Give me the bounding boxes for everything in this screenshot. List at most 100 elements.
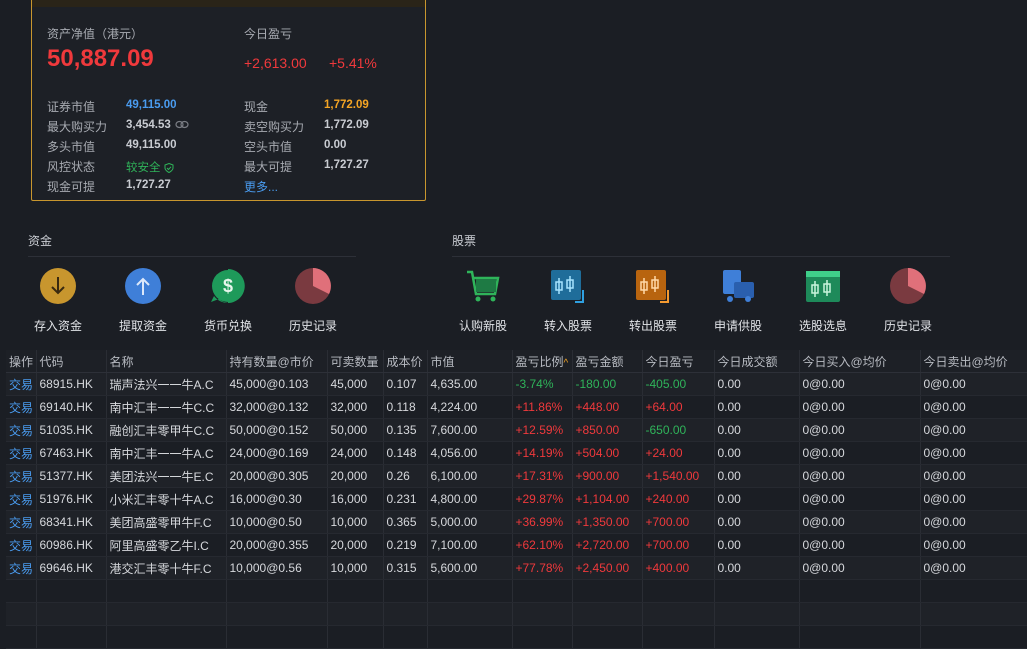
stock-name: 瑞声法兴一一牛A.C: [106, 372, 227, 396]
table-row[interactable]: 交易 69140.HK 南中汇丰一一牛C.C 32,000@0.132 32,000 0.…: [6, 395, 1027, 419]
today-turnover: 0.00: [714, 372, 800, 396]
col-name[interactable]: 名称: [106, 350, 227, 373]
market-value: [427, 579, 513, 603]
rights-issue-icon: [723, 270, 754, 302]
long-value: 49,115.00: [126, 139, 177, 151]
col-today-buy[interactable]: 今日买入@均价: [799, 350, 921, 373]
stock-code: [36, 579, 107, 603]
col-code[interactable]: 代码: [36, 350, 107, 373]
sellable-qty: [327, 602, 384, 626]
col-pnl-amount[interactable]: 盈亏金额: [572, 350, 643, 373]
today-pnl-pct: +5.41%: [329, 55, 377, 71]
table-row[interactable]: 交易 51035.HK 融创汇丰零甲牛C.C 50,000@0.152 50,000 0.…: [6, 418, 1027, 442]
more-link[interactable]: 更多...: [244, 178, 278, 195]
table-row[interactable]: 交易 51976.HK 小米汇丰零十牛A.C 16,000@0.30 16,000 0.2…: [6, 487, 1027, 511]
table-row: [6, 625, 1027, 649]
trade-link: [6, 579, 37, 603]
market-value: 49,115.00: [126, 99, 177, 111]
max-buying-power-value: 3,454.53: [126, 119, 171, 131]
table-row[interactable]: 交易 67463.HK 南中汇丰一一牛A.C 24,000@0.169 24,000 0.…: [6, 441, 1027, 465]
pnl-ratio: +62.10%: [512, 533, 573, 557]
trade-link[interactable]: 交易: [6, 464, 37, 488]
stock-selection-button[interactable]: 选股选息: [783, 268, 863, 334]
col-cost[interactable]: 成本价: [383, 350, 428, 373]
col-holding-price[interactable]: 持有数量@市价: [226, 350, 328, 373]
svg-text:$: $: [223, 276, 233, 296]
col-sellable[interactable]: 可卖数量: [327, 350, 384, 373]
today-pnl: +24.00: [642, 441, 715, 465]
sellable-qty: 16,000: [327, 487, 384, 511]
withdraw-button[interactable]: 提取资金: [103, 268, 183, 334]
col-today-pnl[interactable]: 今日盈亏: [642, 350, 715, 373]
table-row[interactable]: 交易 68341.HK 美团高盛零甲牛F.C 10,000@0.50 10,000 0.3…: [6, 510, 1027, 534]
pnl-ratio: [512, 625, 573, 649]
col-pnl-ratio[interactable]: 盈亏比例^: [512, 350, 573, 373]
trade-link[interactable]: 交易: [6, 533, 37, 557]
pnl-amount: -180.00: [572, 372, 643, 396]
link-chain-icon[interactable]: [175, 120, 189, 129]
trade-link[interactable]: 交易: [6, 510, 37, 534]
col-market-value[interactable]: 市值: [427, 350, 513, 373]
today-sell: 0@0.00: [920, 464, 1027, 488]
funds-divider: [28, 256, 356, 257]
stocks-history-button[interactable]: 历史记录: [868, 268, 948, 334]
trade-link[interactable]: 交易: [6, 372, 37, 396]
today-sell: 0@0.00: [920, 441, 1027, 465]
max-withdrawable-label: 最大可提: [244, 160, 293, 174]
today-buy: 0@0.00: [799, 418, 921, 442]
holding-price: 32,000@0.132: [226, 395, 328, 419]
trade-link[interactable]: 交易: [6, 487, 37, 511]
pnl-amount: +1,350.00: [572, 510, 643, 534]
today-buy: 0@0.00: [799, 441, 921, 465]
table-row[interactable]: 交易 68915.HK 瑞声法兴一一牛A.C 45,000@0.103 45,000 0.…: [6, 372, 1027, 396]
sellable-qty: 20,000: [327, 533, 384, 557]
today-turnover: 0.00: [714, 487, 800, 511]
market-value: 7,100.00: [427, 533, 513, 557]
cash-value: 1,772.09: [324, 99, 369, 111]
trade-link[interactable]: 交易: [6, 418, 37, 442]
today-sell: 0@0.00: [920, 395, 1027, 419]
transfer-in-button[interactable]: 转入股票: [528, 268, 608, 334]
ipo-subscribe-button[interactable]: 认购新股: [443, 268, 523, 334]
pnl-amount: +504.00: [572, 441, 643, 465]
risk-status: 较安全: [126, 159, 174, 175]
pnl-ratio: -3.74%: [512, 372, 573, 396]
short-value-label: 空头市值: [244, 140, 293, 154]
today-sell: 0@0.00: [920, 372, 1027, 396]
transfer-out-button[interactable]: 转出股票: [613, 268, 693, 334]
rights-issue-button[interactable]: 申请供股: [698, 268, 778, 334]
cost-price: 0.26: [383, 464, 428, 488]
deposit-icon: [40, 268, 76, 304]
stock-name: 南中汇丰一一牛C.C: [106, 395, 227, 419]
market-value-label: 证券市值: [47, 100, 96, 114]
stock-code: 51976.HK: [36, 487, 107, 511]
trade-link[interactable]: 交易: [6, 556, 37, 580]
short-buying-power-label: 卖空购买力: [244, 120, 305, 134]
trade-link[interactable]: 交易: [6, 395, 37, 419]
net-value-label: 资产净值（港元）: [47, 27, 144, 41]
ipo-subscribe-label: 认购新股: [458, 319, 507, 333]
table-row[interactable]: 交易 69646.HK 港交汇丰零十牛F.C 10,000@0.56 10,000 0.3…: [6, 556, 1027, 580]
today-buy: [799, 602, 921, 626]
history-icon: [890, 268, 926, 304]
transfer-in-icon: [551, 270, 584, 303]
table-row[interactable]: 交易 60986.HK 阿里高盛零乙牛I.C 20,000@0.355 20,000 0.…: [6, 533, 1027, 557]
sort-up-icon: ^: [563, 357, 569, 369]
holding-price: 45,000@0.103: [226, 372, 328, 396]
col-action[interactable]: 操作: [6, 350, 37, 373]
currency-exchange-button[interactable]: $ 货币兑换: [188, 268, 268, 334]
cost-price: 0.231: [383, 487, 428, 511]
max-withdrawable: 1,727.27: [324, 159, 369, 171]
col-today-turnover[interactable]: 今日成交额: [714, 350, 800, 373]
transfer-in-label: 转入股票: [543, 319, 592, 333]
cost-price: 0.118: [383, 395, 428, 419]
cost-price: 0.219: [383, 533, 428, 557]
trade-link[interactable]: 交易: [6, 441, 37, 465]
table-row[interactable]: 交易 51377.HK 美团法兴一一牛E.C 20,000@0.305 20,000 0.…: [6, 464, 1027, 488]
market-value: 5,600.00: [427, 556, 513, 580]
col-today-sell[interactable]: 今日卖出@均价: [920, 350, 1027, 373]
stock-name: 阿里高盛零乙牛I.C: [106, 533, 227, 557]
funds-history-button[interactable]: 历史记录: [273, 268, 353, 334]
deposit-button[interactable]: 存入资金: [18, 268, 98, 334]
today-buy: 0@0.00: [799, 487, 921, 511]
